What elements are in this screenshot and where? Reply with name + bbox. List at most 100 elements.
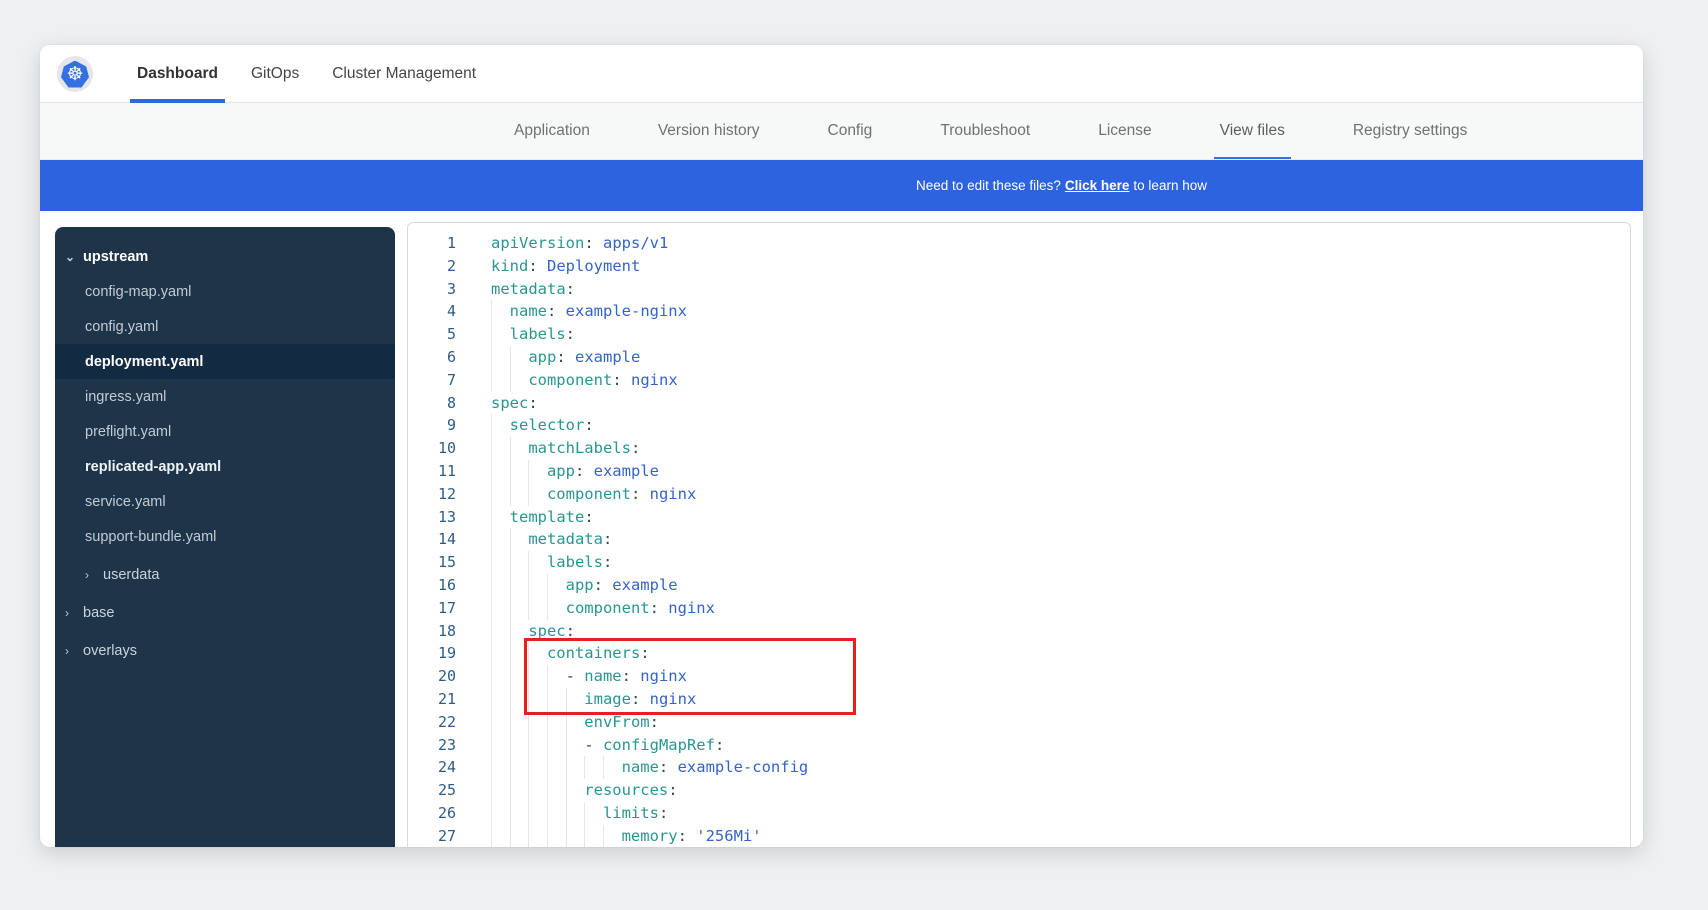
indent-guide — [491, 734, 510, 757]
indent-guide — [491, 506, 510, 529]
yaml-key: selector — [510, 416, 585, 434]
line-number: 10 — [408, 437, 456, 460]
tree-item-label: support-bundle.yaml — [85, 529, 216, 545]
tree-folder-upstream[interactable]: ⌄upstream — [55, 239, 395, 274]
yaml-key: labels — [547, 553, 603, 571]
line-number: 19 — [408, 642, 456, 665]
yaml-colon: : — [612, 371, 621, 389]
yaml-value: nginx — [640, 485, 696, 503]
code-line: 2kind: Deployment — [408, 255, 1630, 278]
subnav-tab-config[interactable]: Config — [828, 103, 873, 160]
tree-file-preflight-yaml[interactable]: preflight.yaml — [55, 414, 395, 449]
yaml-colon: : — [566, 280, 575, 298]
indent-guide — [491, 323, 510, 346]
indent-guide — [528, 711, 547, 734]
indent-guide — [566, 802, 585, 825]
code-line: 17component: nginx — [408, 597, 1630, 620]
code-text: image: nginx — [456, 688, 696, 711]
code-line: 1apiVersion: apps/v1 — [408, 232, 1630, 255]
subnav-tab-label: View files — [1220, 122, 1285, 140]
indent-guide — [528, 483, 547, 506]
subnav-tab-view-files[interactable]: View files — [1220, 103, 1285, 160]
tree-file-deployment-yaml[interactable]: deployment.yaml — [55, 344, 395, 379]
yaml-colon: : — [594, 576, 603, 594]
indent-guide — [584, 825, 603, 847]
code-text: selector: — [456, 414, 594, 437]
indent-guide — [528, 574, 547, 597]
tree-file-config-map-yaml[interactable]: config-map.yaml — [55, 274, 395, 309]
yaml-colon: : — [603, 530, 612, 548]
indent-guide — [491, 437, 510, 460]
indent-guide — [566, 825, 585, 847]
yaml-colon: : — [547, 302, 556, 320]
indent-guide — [566, 688, 585, 711]
code-line: 3metadata: — [408, 278, 1630, 301]
yaml-value: Deployment — [538, 257, 641, 275]
indent-guide — [528, 688, 547, 711]
indent-guide — [547, 802, 566, 825]
code-line: 13template: — [408, 506, 1630, 529]
line-number: 9 — [408, 414, 456, 437]
indent-guide — [566, 711, 585, 734]
kubernetes-logo: ☸ — [57, 56, 93, 92]
code-line: 5labels: — [408, 323, 1630, 346]
indent-guide — [510, 597, 529, 620]
top-nav: ☸ Dashboard GitOps Cluster Management — [40, 45, 1643, 103]
indent-guide — [547, 711, 566, 734]
yaml-value: example — [566, 348, 641, 366]
chevron-right-icon: › — [85, 568, 103, 582]
code-line: 24name: example-config — [408, 756, 1630, 779]
yaml-colon: : — [659, 804, 668, 822]
tree-folder-userdata[interactable]: ›userdata — [55, 557, 395, 592]
tree-item-label: overlays — [83, 643, 137, 659]
line-number: 3 — [408, 278, 456, 301]
indent-guide — [528, 802, 547, 825]
yaml-colon: : — [650, 713, 659, 731]
subnav-tab-application[interactable]: Application — [514, 103, 590, 160]
tree-file-service-yaml[interactable]: service.yaml — [55, 484, 395, 519]
indent-guide — [510, 437, 529, 460]
chevron-right-icon: › — [65, 606, 83, 620]
subnav-tab-troubleshoot[interactable]: Troubleshoot — [940, 103, 1030, 160]
subnav-tab-registry-settings[interactable]: Registry settings — [1353, 103, 1468, 160]
tree-folder-overlays[interactable]: ›overlays — [55, 633, 395, 668]
indent-guide — [528, 756, 547, 779]
tree-item-label: upstream — [83, 249, 148, 265]
yaml-colon: : — [650, 599, 659, 617]
yaml-colon: : — [584, 234, 593, 252]
header-tab-dashboard[interactable]: Dashboard — [137, 45, 218, 103]
yaml-key: image — [584, 690, 631, 708]
code-lines: 1apiVersion: apps/v12kind: Deployment3me… — [408, 223, 1630, 847]
subnav-tab-version-history[interactable]: Version history — [658, 103, 760, 160]
subnav-tab-license[interactable]: License — [1098, 103, 1151, 160]
indent-guide — [491, 825, 510, 847]
indent-guide — [566, 734, 585, 757]
line-number: 22 — [408, 711, 456, 734]
yaml-colon: : — [528, 257, 537, 275]
indent-guide — [510, 620, 529, 643]
code-line: 10matchLabels: — [408, 437, 1630, 460]
file-editor[interactable]: 1apiVersion: apps/v12kind: Deployment3me… — [407, 222, 1631, 847]
yaml-colon: : — [528, 394, 537, 412]
indent-guide — [510, 642, 529, 665]
line-number: 12 — [408, 483, 456, 506]
header-tab-label: Dashboard — [137, 65, 218, 83]
indent-guide — [510, 711, 529, 734]
code-text: spec: — [456, 392, 538, 415]
header-tab-gitops[interactable]: GitOps — [251, 45, 299, 103]
yaml-value: nginx — [622, 371, 678, 389]
indent-guide — [547, 734, 566, 757]
tree-file-config-yaml[interactable]: config.yaml — [55, 309, 395, 344]
line-number: 14 — [408, 528, 456, 551]
header-tab-cluster-management[interactable]: Cluster Management — [332, 45, 476, 103]
tree-file-replicated-app-yaml[interactable]: replicated-app.yaml — [55, 449, 395, 484]
tree-file-ingress-yaml[interactable]: ingress.yaml — [55, 379, 395, 414]
yaml-value: example — [584, 462, 659, 480]
yaml-value: example-nginx — [556, 302, 687, 320]
yaml-colon: : — [640, 644, 649, 662]
line-number: 8 — [408, 392, 456, 415]
tree-file-support-bundle-yaml[interactable]: support-bundle.yaml — [55, 519, 395, 554]
click-here-link[interactable]: Click here — [1065, 178, 1130, 193]
yaml-key: app — [528, 348, 556, 366]
tree-folder-base[interactable]: ›base — [55, 595, 395, 630]
